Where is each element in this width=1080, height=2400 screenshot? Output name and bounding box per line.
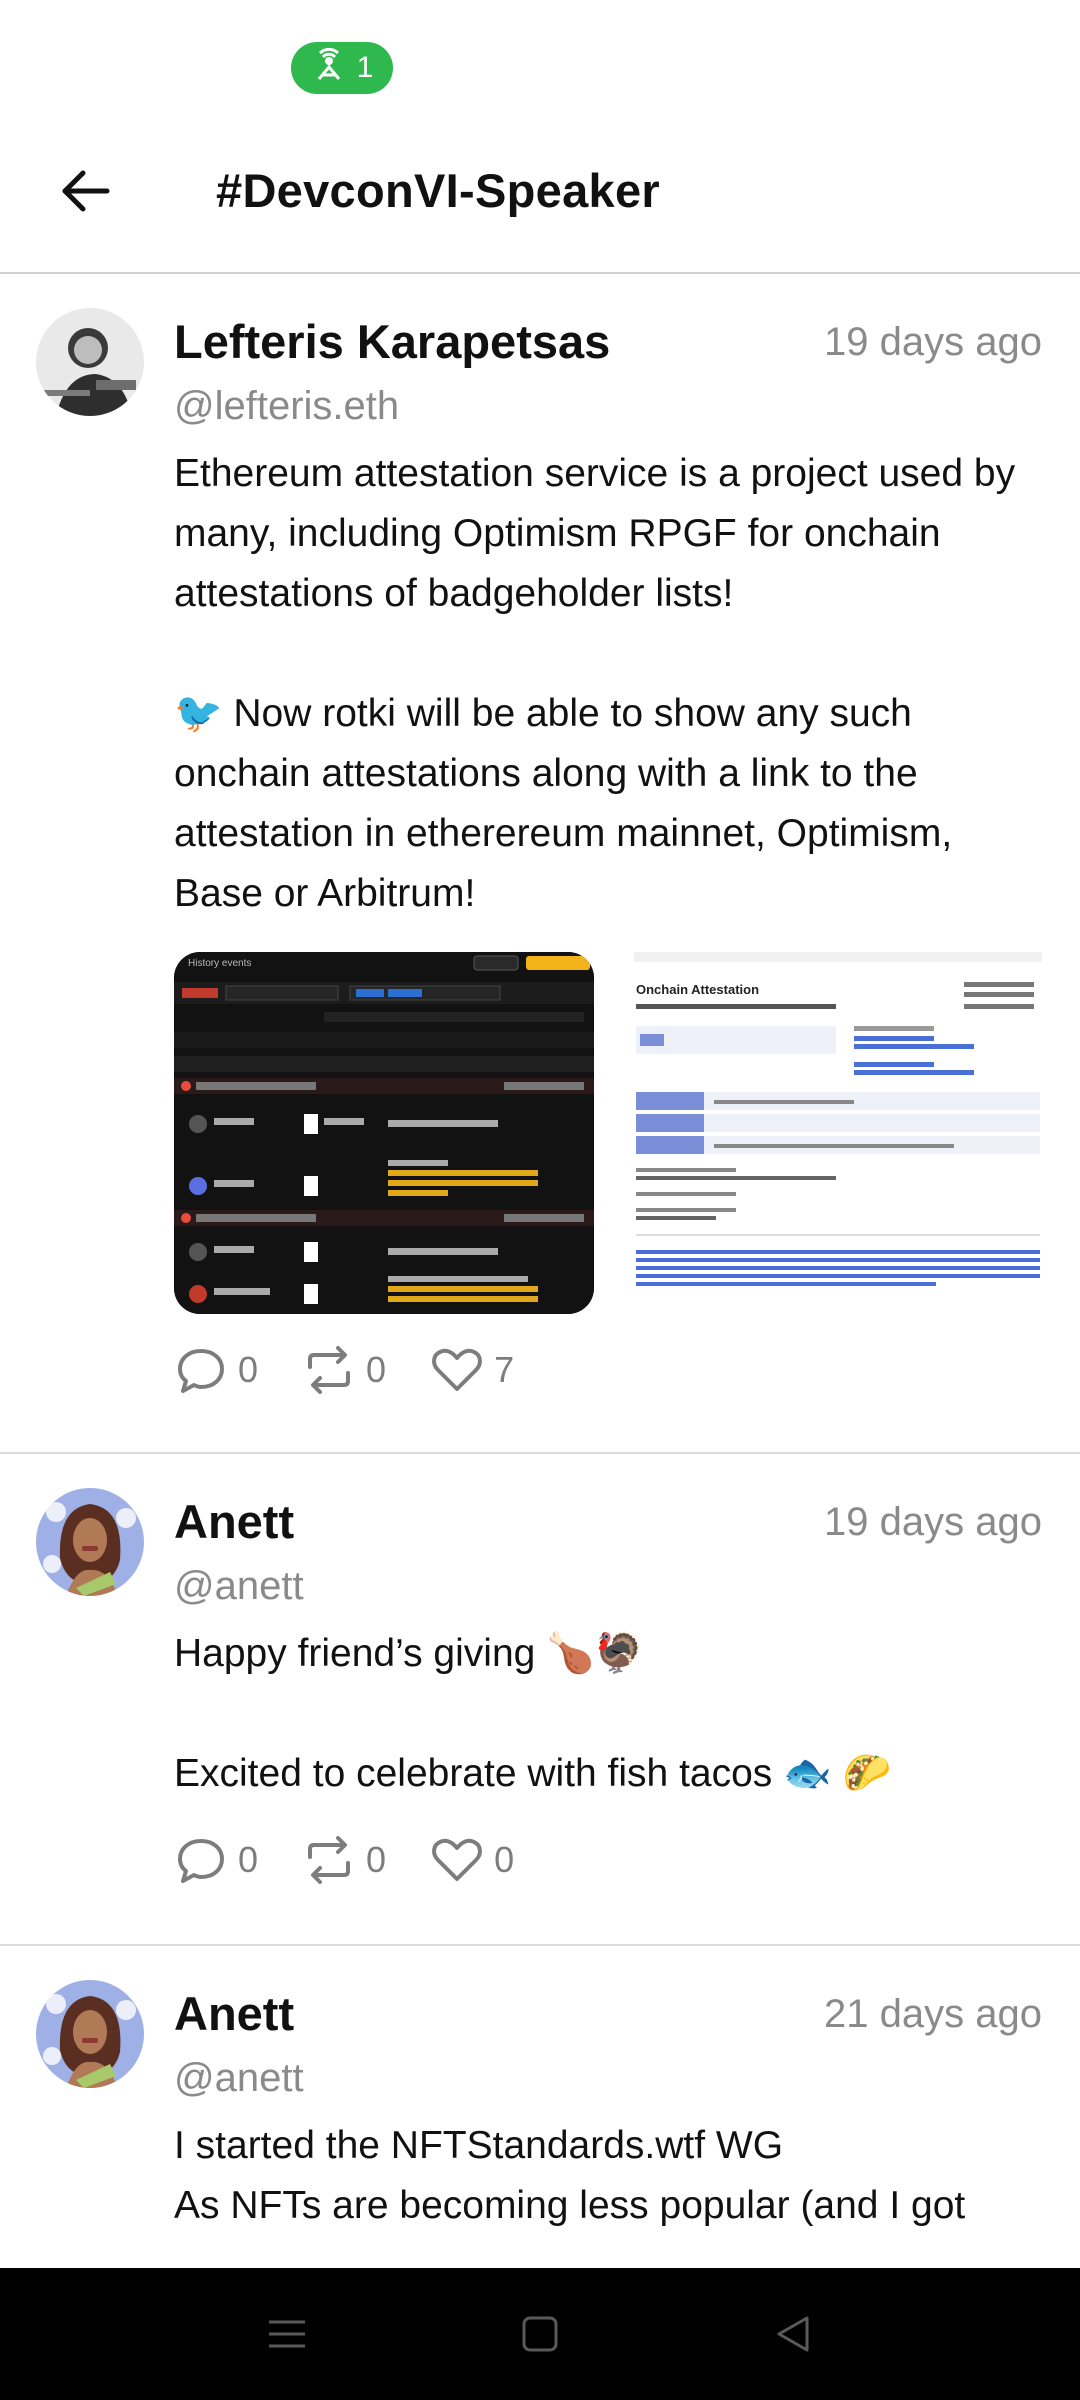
post-body: Anett 19 days ago @anett Happy friend’s … bbox=[174, 1492, 1042, 1890]
author-handle[interactable]: @lefteris.eth bbox=[174, 378, 1042, 434]
post-timestamp: 21 days ago bbox=[824, 1992, 1042, 2036]
arrow-left-icon bbox=[62, 170, 110, 212]
app-header: #DevconVI-Speaker bbox=[0, 120, 1080, 274]
repost-icon bbox=[308, 1836, 351, 1884]
hotspot-indicator[interactable]: 1 bbox=[291, 42, 393, 94]
media-title-history-events: History events bbox=[188, 958, 251, 969]
media-image-onchain-attestation[interactable]: Onchain Attestation bbox=[634, 952, 1042, 1314]
repost-count: 0 bbox=[366, 1839, 387, 1880]
reply-button[interactable]: 0 bbox=[174, 1343, 258, 1397]
heart-icon bbox=[432, 1348, 482, 1391]
post-text: Happy friend’s giving 🍗🦃 Excited to cele… bbox=[174, 1632, 892, 1795]
like-button[interactable]: 7 bbox=[430, 1343, 514, 1397]
post[interactable]: Anett 21 days ago @anett I started the N… bbox=[0, 1946, 1080, 2268]
post-text: I started the NFTStandards.wtf WG As NFT… bbox=[174, 2124, 966, 2227]
like-count: 0 bbox=[494, 1839, 515, 1880]
post[interactable]: Lefteris Karapetsas 19 days ago @lefteri… bbox=[0, 274, 1080, 1454]
media-title-onchain-attestation: Onchain Attestation bbox=[636, 982, 759, 997]
post-timestamp: 19 days ago bbox=[824, 320, 1042, 364]
media-gallery: History events Onchain Attestation bbox=[174, 952, 1042, 1314]
like-button[interactable]: 0 bbox=[430, 1833, 514, 1887]
feed[interactable]: Lefteris Karapetsas 19 days ago @lefteri… bbox=[0, 274, 1080, 2268]
menu-icon[interactable] bbox=[263, 2310, 311, 2358]
post-actions: 0 0 0 bbox=[174, 1830, 1042, 1890]
author-handle[interactable]: @anett bbox=[174, 2050, 1042, 2106]
repost-button[interactable]: 0 bbox=[302, 1343, 386, 1397]
hotspot-icon bbox=[311, 47, 347, 89]
reply-icon bbox=[178, 1839, 224, 1883]
back-button[interactable] bbox=[50, 156, 120, 226]
post-timestamp: 19 days ago bbox=[824, 1500, 1042, 1544]
hotspot-count: 1 bbox=[356, 51, 374, 84]
post[interactable]: Anett 19 days ago @anett Happy friend’s … bbox=[0, 1454, 1080, 1946]
repost-icon bbox=[308, 1346, 351, 1394]
media-image-history-events[interactable]: History events bbox=[174, 952, 594, 1314]
status-bar: 1 bbox=[0, 0, 1080, 120]
page-title: #DevconVI-Speaker bbox=[216, 164, 660, 217]
avatar[interactable] bbox=[36, 308, 144, 416]
like-count: 7 bbox=[494, 1349, 515, 1390]
repost-count: 0 bbox=[366, 1349, 387, 1390]
triangle-back-icon[interactable] bbox=[769, 2310, 817, 2358]
post-actions: 0 0 7 bbox=[174, 1340, 1042, 1400]
reply-icon bbox=[178, 1349, 224, 1393]
repost-button[interactable]: 0 bbox=[302, 1833, 386, 1887]
reply-button[interactable]: 0 bbox=[174, 1833, 258, 1887]
post-body: Lefteris Karapetsas 19 days ago @lefteri… bbox=[174, 312, 1042, 1400]
post-body: Anett 21 days ago @anett I started the N… bbox=[174, 1984, 1042, 2236]
reply-count: 0 bbox=[238, 1839, 259, 1880]
reply-count: 0 bbox=[238, 1349, 259, 1390]
home-square-icon[interactable] bbox=[516, 2310, 564, 2358]
author-handle[interactable]: @anett bbox=[174, 1558, 1042, 1614]
post-text: Ethereum attestation service is a projec… bbox=[174, 452, 1016, 915]
heart-icon bbox=[432, 1838, 482, 1881]
avatar[interactable] bbox=[36, 1488, 144, 1596]
avatar[interactable] bbox=[36, 1980, 144, 2088]
system-nav-bar bbox=[0, 2268, 1080, 2400]
